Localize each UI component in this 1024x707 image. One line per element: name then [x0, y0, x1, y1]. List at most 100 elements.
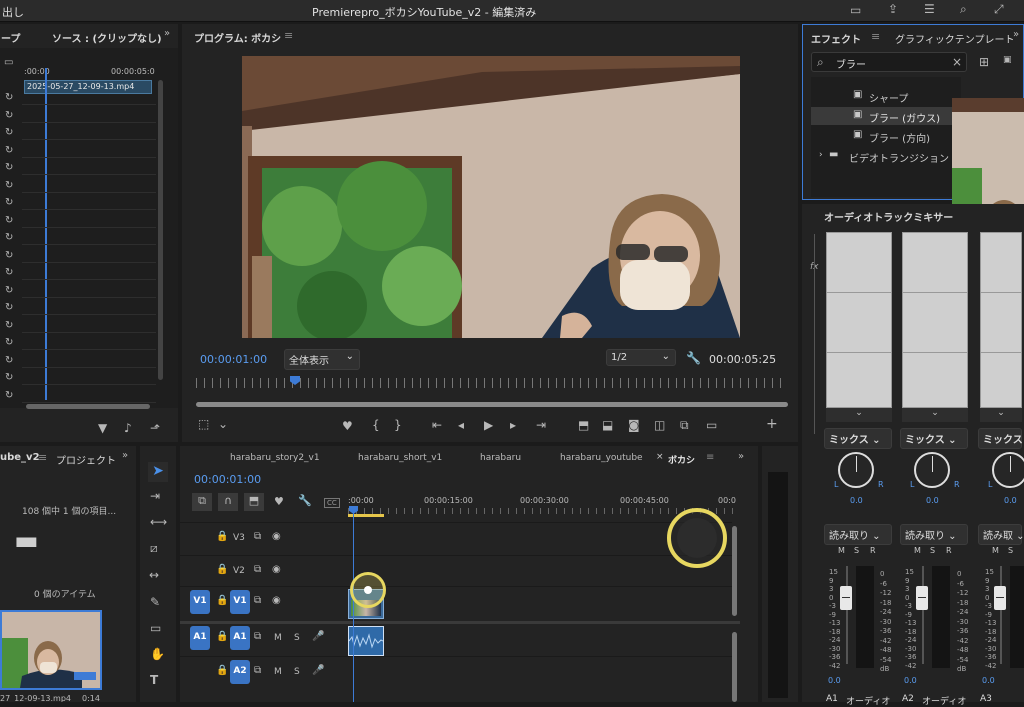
source-title[interactable]: ソース : (クリップなし)	[52, 30, 162, 45]
loop-icon[interactable]: ↻	[5, 320, 13, 331]
tab-effects[interactable]: エフェクト	[811, 31, 861, 46]
project-tab-1[interactable]: ube_v2	[0, 452, 40, 463]
program-zoom-bar[interactable]	[196, 402, 788, 407]
nest-icon[interactable]: ⧉	[192, 493, 212, 511]
tab-graphics[interactable]: グラフィックテンプレート	[895, 31, 1015, 46]
timeline-tab[interactable]: ボカシ	[668, 453, 695, 466]
hand-tool-icon[interactable]: ✋	[150, 648, 165, 660]
loop-icon[interactable]: ↻	[5, 285, 13, 296]
timeline-a-scrollbar[interactable]	[732, 632, 737, 702]
track-target-v1[interactable]: V1	[230, 590, 250, 614]
lock-icon[interactable]: 🔒	[216, 565, 228, 575]
track-select-tool-icon[interactable]: ⇥	[150, 490, 160, 502]
razor-tool-icon[interactable]: ⧄	[150, 542, 158, 554]
loop-icon[interactable]: ↻	[5, 145, 13, 156]
wrench-icon[interactable]: 🔧	[298, 495, 312, 506]
timeline-playhead[interactable]	[353, 508, 354, 702]
add-button-icon[interactable]: +	[766, 417, 778, 431]
panel-overflow-icon[interactable]: »	[164, 29, 170, 39]
effects-menu-icon[interactable]: ≡	[871, 30, 880, 43]
mute-button[interactable]: M	[992, 546, 999, 555]
panel-overflow-icon[interactable]: »	[1013, 30, 1019, 40]
linked-selection-icon[interactable]: ⬒	[244, 493, 264, 511]
marker-icon[interactable]: ♥	[342, 420, 353, 432]
effect-folder[interactable]: › ▬ ビデオトランジション	[811, 147, 961, 165]
eye-icon[interactable]: ◉	[272, 596, 281, 606]
safe-margins-icon[interactable]: ⬚	[198, 418, 209, 430]
loop-icon[interactable]: ↻	[5, 180, 13, 191]
go-to-out-icon[interactable]: ⇥	[536, 419, 546, 431]
project-clip-thumb[interactable]	[0, 610, 102, 690]
timeline-tab[interactable]: harabaru_story2_v1	[230, 453, 320, 463]
loop-icon[interactable]: ↻	[5, 215, 13, 226]
loop-icon[interactable]: ↻	[5, 163, 13, 173]
pen-tool-icon[interactable]: ✎	[150, 596, 160, 608]
loop-icon[interactable]: ↻	[5, 355, 13, 366]
volume-fader[interactable]	[840, 586, 852, 610]
share-icon[interactable]: ⇪	[888, 3, 898, 15]
tab-menu-icon[interactable]: ≡	[706, 452, 714, 463]
fit-dropdown[interactable]: 全体表示 ⌄	[284, 349, 360, 370]
wrench-icon[interactable]: 🔧	[686, 352, 701, 364]
read-mode-dropdown[interactable]: 読み取り ⌄	[900, 524, 968, 545]
timeline-tab[interactable]: harabaru_short_v1	[358, 453, 442, 463]
multicam-icon[interactable]: ⧉	[680, 419, 689, 431]
pan-knob[interactable]	[914, 452, 950, 488]
rectangle-tool-icon[interactable]: ▭	[150, 622, 161, 634]
loop-icon[interactable]: ↻	[5, 198, 13, 208]
export-frame-icon[interactable]: ⬏	[150, 422, 160, 434]
pan-knob[interactable]	[838, 452, 874, 488]
vr-icon[interactable]: ▭	[706, 419, 717, 431]
add-marker-icon[interactable]: ♥	[274, 496, 284, 507]
type-tool-icon[interactable]: T	[150, 674, 158, 686]
loop-icon[interactable]: ↻	[5, 303, 13, 313]
captions-label[interactable]: CC	[324, 498, 340, 508]
sync-lock-icon[interactable]: ⧉	[254, 596, 261, 606]
panel-overflow-icon[interactable]: »	[122, 451, 128, 461]
lock-icon[interactable]: 🔒	[216, 666, 228, 676]
filter-icon[interactable]: ▼	[98, 422, 107, 434]
solo-button[interactable]: S	[294, 667, 300, 677]
ripple-edit-tool-icon[interactable]: ⟷	[150, 516, 167, 528]
lift-icon[interactable]: ⬒	[578, 419, 589, 431]
program-title[interactable]: プログラム: ボカシ	[194, 30, 281, 45]
source-patch-a1[interactable]: A1	[190, 626, 210, 650]
effects-rack[interactable]	[826, 232, 892, 408]
track-target-a1[interactable]: A1	[230, 626, 250, 650]
sync-lock-icon[interactable]: ⧉	[254, 565, 261, 575]
channel-name[interactable]: A2	[902, 694, 914, 704]
program-timecode[interactable]: 00:00:01:00	[200, 353, 267, 366]
timeline-v-scrollbar[interactable]	[732, 526, 737, 616]
loop-icon[interactable]: ↻	[5, 128, 13, 138]
workspaces-icon[interactable]: ☰	[924, 3, 935, 15]
sync-lock-icon[interactable]: ⧉	[254, 666, 261, 676]
record-button[interactable]: R	[870, 546, 876, 555]
track-target-a2[interactable]: A2	[230, 660, 250, 684]
sends-toggle[interactable]: ⌄	[980, 408, 1022, 422]
go-to-in-icon[interactable]: ⇤	[432, 419, 442, 431]
effects-search[interactable]: ⌕ ブラー ×	[811, 52, 967, 72]
channel-name[interactable]: A3	[980, 694, 992, 704]
mixer-title[interactable]: オーディオトラックミキサー	[824, 209, 953, 224]
loop-icon[interactable]: ↻	[5, 110, 13, 121]
project-menu-icon[interactable]: ≡	[38, 451, 47, 464]
loop-icon[interactable]: ↻	[5, 233, 13, 243]
new-bin-icon[interactable]: ⊞	[979, 56, 989, 68]
read-mode-dropdown[interactable]: 読み取り ⌄	[824, 524, 892, 545]
track-row[interactable]	[180, 555, 732, 587]
eye-icon[interactable]: ◉	[272, 565, 281, 575]
sends-toggle[interactable]: ⌄	[902, 408, 968, 422]
camera-icon[interactable]: ◙	[628, 419, 640, 431]
record-button[interactable]: R	[946, 546, 952, 555]
program-ruler[interactable]	[196, 378, 788, 388]
loop-icon[interactable]: ↻	[5, 250, 13, 261]
panel-icon[interactable]: ▭	[850, 4, 861, 16]
sync-lock-icon[interactable]: ⧉	[254, 632, 261, 642]
play-icon[interactable]: ▶	[484, 419, 493, 431]
track-row[interactable]	[180, 622, 732, 654]
mark-in-icon[interactable]: {	[372, 419, 380, 431]
channel-name[interactable]: A1	[826, 694, 838, 704]
mark-out-icon[interactable]: }	[394, 419, 402, 431]
source-tab-left[interactable]: ープ	[1, 30, 20, 45]
pan-knob[interactable]	[992, 452, 1024, 488]
